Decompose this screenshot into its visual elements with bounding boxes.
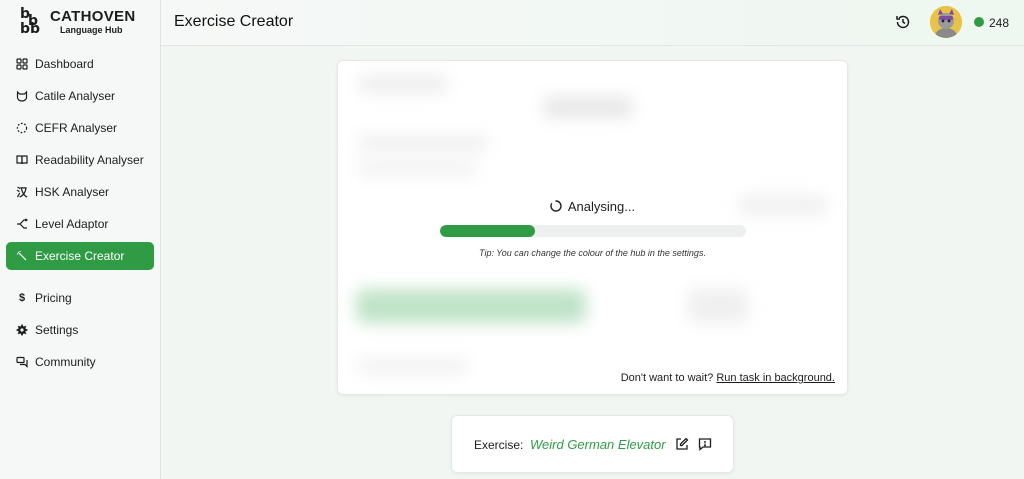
edit-icon[interactable]	[675, 437, 689, 451]
cat-icon	[16, 90, 28, 102]
exercise-title: Weird German Elevator	[530, 437, 666, 452]
grid-icon	[16, 58, 28, 70]
sidebar-item-cefr-analyser[interactable]: CEFR Analyser	[6, 114, 154, 142]
sidebar-item-pricing[interactable]: $ Pricing	[6, 284, 154, 312]
sidebar-item-community[interactable]: Community	[6, 348, 154, 376]
sidebar-item-label: Exercise Creator	[35, 249, 125, 263]
sidebar-item-label: Dashboard	[35, 57, 94, 71]
sidebar-item-exercise-creator[interactable]: Exercise Creator	[6, 242, 154, 270]
brand-logo[interactable]: b b b b CATHOVEN Language Hub	[0, 0, 160, 44]
sidebar-item-label: Level Adaptor	[35, 217, 109, 231]
blurred-content	[358, 359, 468, 373]
sidebar-item-catile-analyser[interactable]: Catile Analyser	[6, 82, 154, 110]
wand-icon	[16, 250, 28, 262]
sidebar-item-label: Settings	[35, 323, 79, 337]
logo-icon: b b b b	[20, 6, 41, 37]
sidebar-item-label: Readability Analyser	[35, 153, 144, 167]
blurred-content	[358, 76, 448, 92]
background-prompt: Don't want to wait? Run task in backgrou…	[621, 372, 835, 384]
blurred-content	[358, 161, 478, 175]
top-header: Exercise Creator 248	[161, 0, 1024, 46]
feedback-icon[interactable]	[698, 437, 712, 451]
chat-icon	[16, 356, 28, 368]
book-icon	[16, 154, 28, 166]
blurred-content	[356, 289, 586, 323]
sidebar-item-label: HSK Analyser	[35, 185, 110, 199]
brand-name: CATHOVEN	[50, 8, 136, 25]
progress-bar	[440, 225, 746, 237]
history-icon[interactable]	[895, 14, 911, 30]
sidebar-item-label: Pricing	[35, 291, 72, 305]
blurred-content	[543, 96, 633, 118]
brand-subtitle: Language Hub	[60, 25, 123, 35]
exercise-label: Exercise:	[474, 438, 524, 452]
dashed-circle-icon	[16, 122, 28, 134]
gear-icon	[16, 324, 28, 336]
sidebar-item-level-adaptor[interactable]: Level Adaptor	[6, 210, 154, 238]
sidebar-nav: Dashboard Catile Analyser CEFR Analyser …	[0, 44, 160, 376]
analysis-status: Analysing...	[338, 199, 847, 214]
wait-text: Don't want to wait?	[620, 372, 714, 384]
sidebar-item-label: Community	[35, 355, 96, 369]
sidebar-item-settings[interactable]: Settings	[6, 316, 154, 344]
blurred-content	[688, 289, 748, 323]
avatar[interactable]	[930, 6, 962, 38]
sidebar-item-label: Catile Analyser	[35, 89, 116, 103]
nav-divider	[6, 274, 154, 284]
run-in-background-link[interactable]: Run task in background.	[716, 372, 835, 384]
sidebar-item-readability-analyser[interactable]: Readability Analyser	[6, 146, 154, 174]
tip-text: Tip: You can change the colour of the hu…	[479, 248, 706, 258]
page-title: Exercise Creator	[174, 13, 294, 30]
progress-fill	[440, 225, 535, 237]
sidebar: b b b b CATHOVEN Language Hub Dashboard …	[0, 0, 161, 479]
sidebar-item-dashboard[interactable]: Dashboard	[6, 50, 154, 78]
dollar-icon: $	[18, 292, 26, 304]
sidebar-item-hsk-analyser[interactable]: 汉 HSK Analyser	[6, 178, 154, 206]
sidebar-item-label: CEFR Analyser	[35, 121, 118, 135]
exercise-bar: Exercise: Weird German Elevator	[451, 415, 734, 473]
branch-icon	[16, 218, 28, 230]
blurred-content	[358, 136, 488, 150]
credits-count[interactable]: 248	[989, 16, 1009, 30]
hanzi-icon: 汉	[16, 186, 28, 199]
spinner-icon	[550, 200, 562, 212]
analysis-card: Analysing... Tip: You can change the col…	[337, 60, 848, 395]
credits-icon	[974, 17, 984, 27]
status-text: Analysing...	[567, 199, 636, 214]
